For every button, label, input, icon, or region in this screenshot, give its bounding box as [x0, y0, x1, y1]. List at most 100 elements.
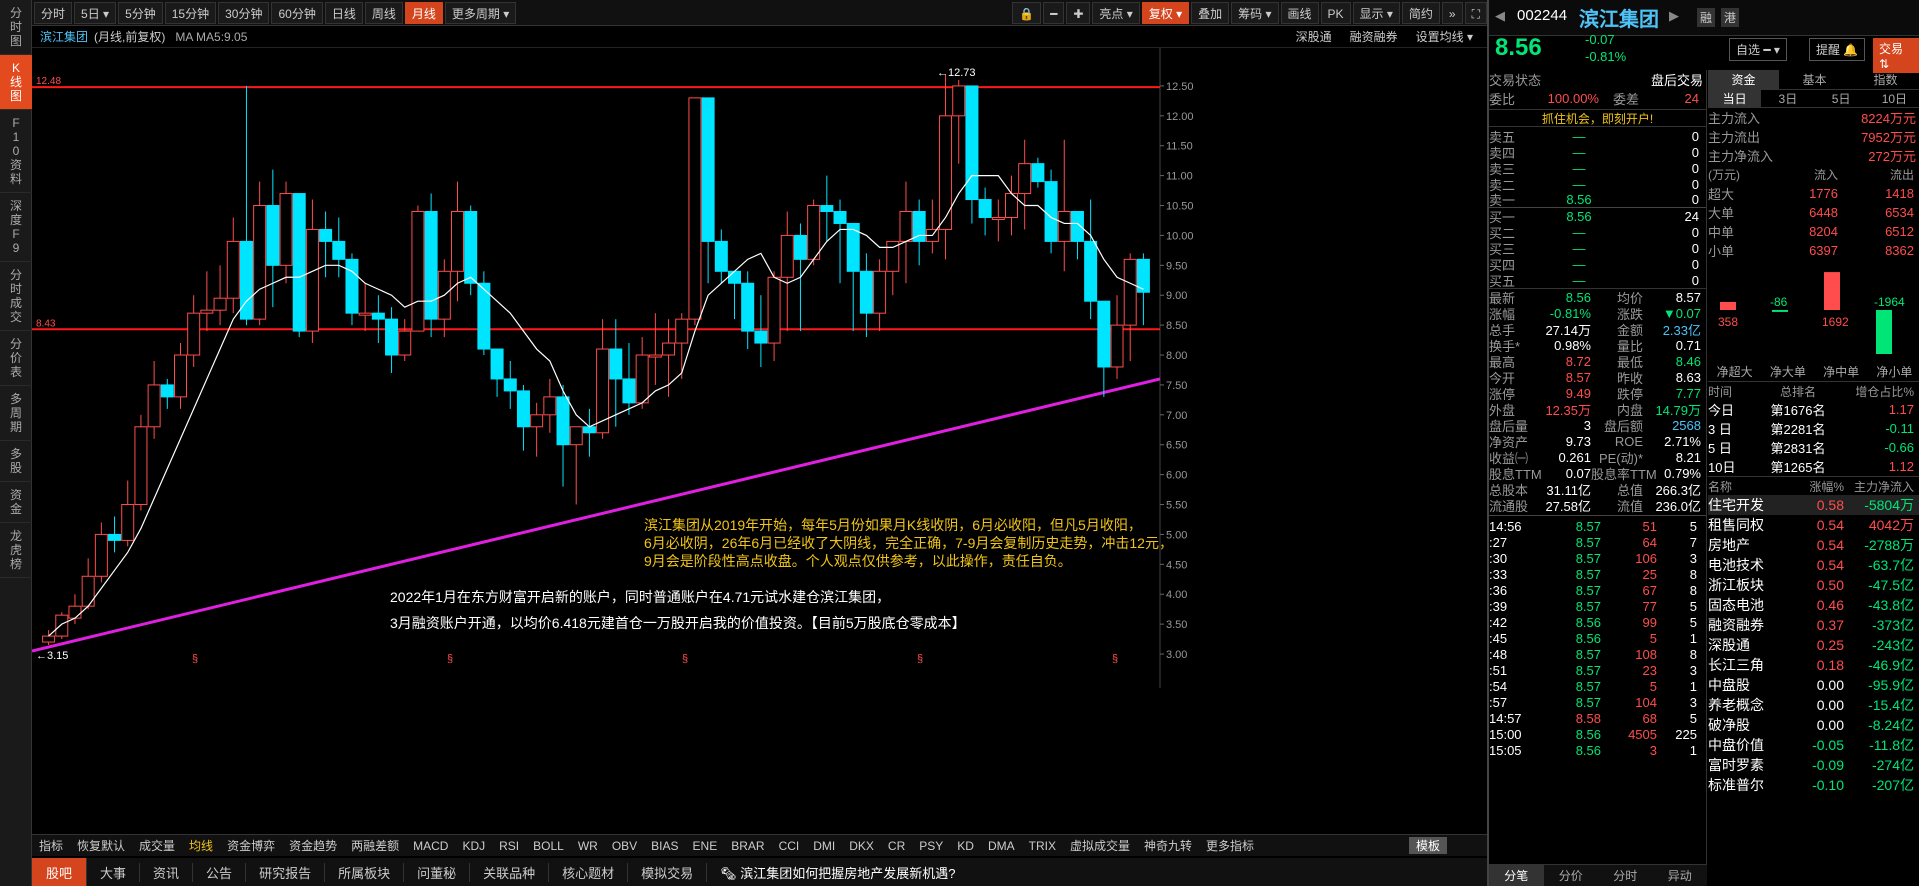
- lock-icon[interactable]: 🔒: [1012, 1, 1042, 24]
- indicator-tab[interactable]: BIAS: [644, 839, 685, 853]
- indicator-tab[interactable]: KDJ: [455, 839, 492, 853]
- adjust-mode[interactable]: (月线,前复权): [94, 28, 165, 45]
- bottom-tab[interactable]: 所属板块: [325, 862, 405, 882]
- period-subtab[interactable]: 当日: [1708, 90, 1762, 107]
- indicator-tab[interactable]: KD: [950, 839, 981, 853]
- kline-chart[interactable]: 12.50 12.00 11.50 11.00 10.50 10.00 9.50 9.00 8.…: [32, 48, 1487, 834]
- sector-row[interactable]: 中盘价值 -0.05 -11.8亿: [1708, 735, 1919, 755]
- bottom-tab[interactable]: 核心题材: [549, 862, 629, 882]
- bottom-tab[interactable]: 问董秘: [404, 862, 471, 882]
- tool-button-1[interactable]: 复权 ▾: [1141, 1, 1190, 24]
- indicator-tab[interactable]: 成交量: [132, 837, 182, 854]
- minus-icon[interactable]: ━: [1043, 1, 1065, 24]
- tool-button-0[interactable]: 亮点 ▾: [1092, 1, 1140, 24]
- indicator-tab[interactable]: WR: [571, 839, 605, 853]
- period-tab-1[interactable]: 5日 ▾: [74, 1, 117, 24]
- tool-button-5[interactable]: PK: [1320, 1, 1351, 24]
- sector-row[interactable]: 房地产 0.54 -2788万: [1708, 535, 1919, 555]
- indicator-tab[interactable]: 资金趋势: [282, 837, 344, 854]
- sector-row[interactable]: 租售同权 0.54 4042万: [1708, 515, 1919, 535]
- tool-button-4[interactable]: 画线: [1280, 1, 1319, 24]
- sidebar-item-6[interactable]: 多周期: [0, 386, 32, 441]
- sector-row[interactable]: 长江三角 0.18 -46.9亿: [1708, 655, 1919, 675]
- indicator-tab[interactable]: 均线: [182, 837, 220, 854]
- period-tab-5[interactable]: 60分钟: [271, 1, 323, 24]
- sector-row[interactable]: 中盘股 0.00 -95.9亿: [1708, 675, 1919, 695]
- indicator-tab[interactable]: RSI: [492, 839, 526, 853]
- period-tab-9[interactable]: 更多周期 ▾: [444, 1, 517, 24]
- sub-link-1[interactable]: 融资融券: [1350, 28, 1398, 45]
- indicator-tab[interactable]: DKX: [842, 839, 881, 853]
- indicator-tab[interactable]: DMI: [806, 839, 842, 853]
- indicator-tab[interactable]: BOLL: [526, 839, 571, 853]
- alert-button[interactable]: 提醒 🔔: [1809, 38, 1866, 61]
- sub-link-2[interactable]: 设置均线 ▾: [1416, 28, 1473, 45]
- tool-button-2[interactable]: 叠加: [1191, 1, 1230, 24]
- period-subtab[interactable]: 5日: [1815, 90, 1868, 107]
- sector-row[interactable]: 电池技术 0.54 -63.7亿: [1708, 555, 1919, 575]
- tool-button-7[interactable]: 简约: [1401, 1, 1440, 24]
- indicator-tab[interactable]: ENE: [686, 839, 725, 853]
- tick-tab[interactable]: 分价: [1544, 865, 1599, 886]
- tick-tab[interactable]: 分笔: [1489, 865, 1544, 886]
- period-tab-3[interactable]: 15分钟: [164, 1, 217, 24]
- sector-row[interactable]: 破净股 0.00 -8.24亿: [1708, 715, 1919, 735]
- indicator-tab[interactable]: 恢复默认: [70, 837, 132, 854]
- indicator-tab[interactable]: 虚拟成交量: [1063, 837, 1137, 854]
- indicator-tab[interactable]: BRAR: [724, 839, 771, 853]
- sidebar-item-8[interactable]: 资金: [0, 482, 32, 523]
- period-tab-2[interactable]: 5分钟: [118, 1, 163, 24]
- margin-badge[interactable]: 融: [1697, 8, 1716, 27]
- sector-row[interactable]: 富时罗素 -0.09 -274亿: [1708, 755, 1919, 775]
- tick-tab[interactable]: 分时: [1598, 865, 1653, 886]
- sector-row[interactable]: 养老概念 0.00 -15.4亿: [1708, 695, 1919, 715]
- expand-icon[interactable]: »: [1441, 1, 1463, 24]
- sidebar-item-1[interactable]: K线图: [0, 55, 32, 110]
- sector-row[interactable]: 深股通 0.25 -243亿: [1708, 635, 1919, 655]
- period-subtab[interactable]: 10日: [1868, 90, 1919, 107]
- sector-row[interactable]: 融资融券 0.37 -373亿: [1708, 615, 1919, 635]
- bottom-tab[interactable]: 研究报告: [246, 862, 326, 882]
- plus-icon[interactable]: ✚: [1066, 1, 1091, 24]
- tool-button-6[interactable]: 显示 ▾: [1352, 1, 1400, 24]
- tick-tab[interactable]: 异动: [1653, 865, 1708, 886]
- open-account-link[interactable]: 抓住机会，即刻开户!: [1489, 109, 1706, 127]
- prev-stock-icon[interactable]: ◀: [1495, 8, 1505, 24]
- sector-row[interactable]: 固态电池 0.46 -43.8亿: [1708, 595, 1919, 615]
- indicator-tab[interactable]: OBV: [605, 839, 644, 853]
- fullscreen-icon[interactable]: ⛶: [1464, 1, 1487, 24]
- period-tab-4[interactable]: 30分钟: [218, 1, 270, 24]
- sidebar-item-3[interactable]: 深度F9: [0, 193, 32, 262]
- fund-tab[interactable]: 资金: [1708, 70, 1779, 89]
- bottom-tab[interactable]: 股吧: [32, 857, 88, 886]
- period-tab-6[interactable]: 日线: [324, 1, 363, 24]
- period-tab-0[interactable]: 分时: [34, 1, 73, 24]
- bottom-tab[interactable]: 资讯: [140, 862, 194, 882]
- next-stock-icon[interactable]: ▶: [1669, 8, 1679, 24]
- news-ticker[interactable]: 🗞 滨江集团如何把握房地产发展新机遇?: [707, 863, 968, 882]
- sidebar-item-7[interactable]: 多股: [0, 441, 32, 482]
- fund-tab[interactable]: 指数: [1850, 70, 1919, 89]
- indicator-tab[interactable]: TRIX: [1022, 839, 1063, 853]
- indicator-tab[interactable]: 资金博弈: [220, 837, 282, 854]
- sector-row[interactable]: 浙江板块 0.50 -47.5亿: [1708, 575, 1919, 595]
- period-tab-7[interactable]: 周线: [364, 1, 403, 24]
- trade-button[interactable]: 交易 ⇅: [1873, 38, 1919, 73]
- bottom-tab[interactable]: 大事: [87, 862, 141, 882]
- period-subtab[interactable]: 3日: [1761, 90, 1814, 107]
- indicator-tab[interactable]: 指标: [32, 837, 70, 854]
- watchlist-button[interactable]: 自选 ━ ▾: [1729, 38, 1787, 61]
- indicator-tab[interactable]: 模板: [1408, 837, 1447, 854]
- sub-link-0[interactable]: 深股通: [1296, 28, 1332, 45]
- sidebar-item-2[interactable]: F10资料: [0, 110, 32, 193]
- indicator-tab[interactable]: CR: [881, 839, 912, 853]
- indicator-tab[interactable]: DMA: [981, 839, 1022, 853]
- sidebar-item-4[interactable]: 分时成交: [0, 262, 32, 331]
- tool-button-3[interactable]: 筹码 ▾: [1231, 1, 1279, 24]
- sector-row[interactable]: 住宅开发 0.58 -5804万: [1708, 495, 1919, 515]
- indicator-tab[interactable]: 两融差额: [344, 837, 406, 854]
- indicator-tab[interactable]: CCI: [772, 839, 807, 853]
- fund-tab[interactable]: 基本: [1779, 70, 1850, 89]
- period-tab-8[interactable]: 月线: [404, 1, 443, 24]
- sidebar-item-5[interactable]: 分价表: [0, 331, 32, 386]
